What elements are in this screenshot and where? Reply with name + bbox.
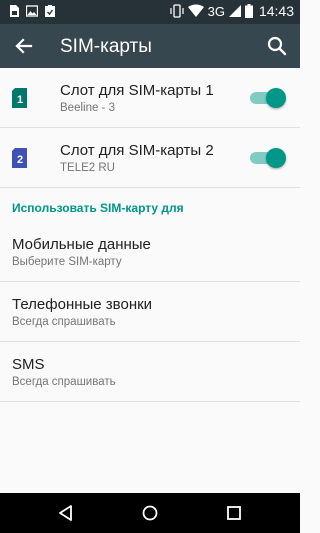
sim-slot-1-label: Слот для SIM-карты 1 <box>60 82 214 99</box>
system-icons: 3G 14:43 <box>170 3 294 19</box>
settings-list: 1 Слот для SIM-карты 1 Beeline - 3 2 Сло… <box>0 68 300 402</box>
status-bar: 3G 14:43 <box>0 0 300 24</box>
sim-slot-1-toggle[interactable] <box>250 88 286 108</box>
section-title: Использовать SIM-карту для <box>12 201 184 215</box>
toggle-thumb <box>266 88 286 108</box>
recents-square-icon[interactable] <box>224 503 244 523</box>
signal-icon <box>228 5 241 17</box>
section-header: Использовать SIM-карту для <box>0 188 300 222</box>
clipboard-check-icon <box>45 5 55 17</box>
vibrate-icon <box>170 4 184 18</box>
sim-card-1-icon: 1 <box>12 88 27 108</box>
sim-slot-1-row[interactable]: 1 Слот для SIM-карты 1 Beeline - 3 <box>0 68 300 128</box>
pref-title: Телефонные звонки <box>12 296 153 313</box>
image-icon <box>26 5 38 17</box>
page-title: SIM-карты <box>60 36 152 57</box>
network-type: 3G <box>207 3 225 19</box>
pref-summary: Всегда спрашивать <box>12 316 116 328</box>
toggle-thumb <box>266 148 286 168</box>
calls-pref[interactable]: Телефонные звонки Всегда спрашивать <box>0 282 300 342</box>
arrow-back-icon[interactable] <box>12 35 34 57</box>
notification-icons <box>8 4 56 18</box>
clock: 14:43 <box>258 3 294 19</box>
sim-slot-2-toggle[interactable] <box>250 148 286 168</box>
sim-card-2-number: 2 <box>17 154 23 166</box>
back-triangle-icon[interactable] <box>56 503 76 523</box>
mobile-data-pref[interactable]: Мобильные данные Выберите SIM-карту <box>0 222 300 282</box>
pref-summary: Выберите SIM-карту <box>12 256 122 268</box>
home-circle-icon[interactable] <box>140 503 160 523</box>
sim-slot-2-row[interactable]: 2 Слот для SIM-карты 2 TELE2 RU <box>0 128 300 188</box>
pref-summary: Всегда спрашивать <box>12 376 116 388</box>
sim-slot-2-label: Слот для SIM-карты 2 <box>60 142 214 159</box>
search-icon[interactable] <box>266 35 288 57</box>
pref-title: Мобильные данные <box>12 236 151 253</box>
battery-icon <box>244 4 253 18</box>
pref-title: SMS <box>12 356 45 373</box>
navigation-bar <box>0 493 300 533</box>
sms-pref[interactable]: SMS Всегда спрашивать <box>0 342 300 402</box>
sim-card-1-number: 1 <box>17 94 23 106</box>
sim-slot-1-operator: Beeline - 3 <box>60 102 115 114</box>
app-bar: SIM-карты <box>0 24 300 68</box>
sim-card-icon <box>10 5 19 17</box>
sim-card-2-icon: 2 <box>12 148 27 168</box>
sim-slot-2-operator: TELE2 RU <box>60 162 115 174</box>
wifi-icon <box>187 4 204 17</box>
